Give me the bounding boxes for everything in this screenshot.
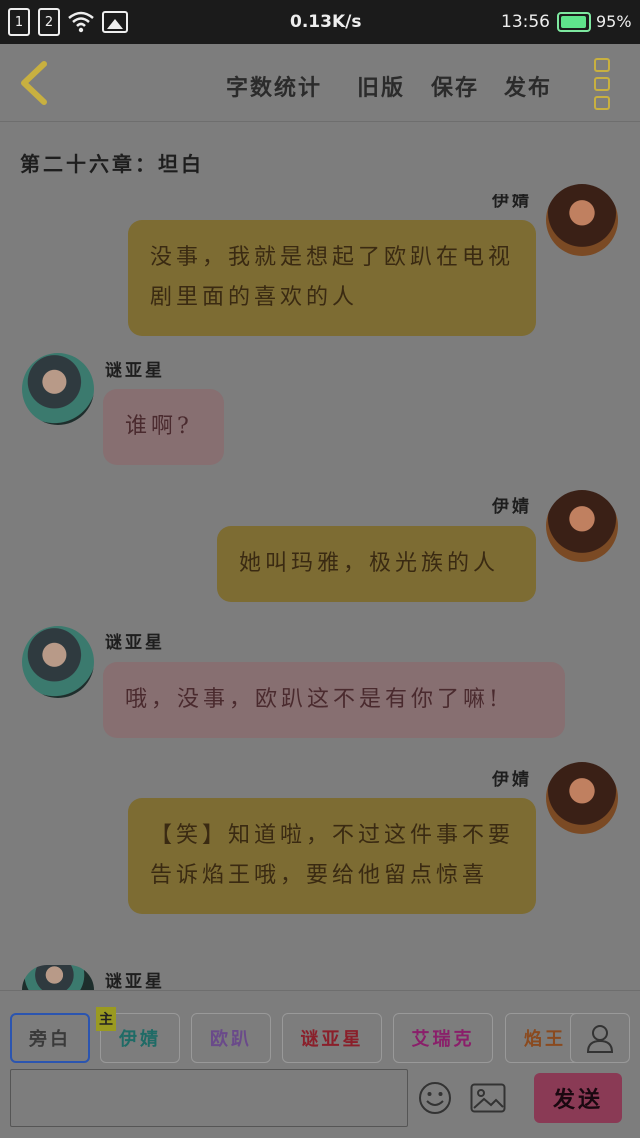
top-bar: 字数统计 旧版 保存 发布: [0, 44, 640, 122]
back-icon[interactable]: [16, 60, 52, 106]
avatar[interactable]: [546, 184, 618, 256]
role-label: 欧趴: [210, 1029, 252, 1050]
send-button[interactable]: 发送: [534, 1073, 622, 1123]
person-icon: [586, 1025, 614, 1053]
menu-dot: [594, 58, 610, 72]
host-badge: 主: [96, 1007, 116, 1031]
image-notification-icon: [102, 11, 128, 33]
character-manage-button[interactable]: [570, 1013, 630, 1063]
chapter-title[interactable]: 第二十六章：坦白: [20, 148, 204, 177]
net-speed: 0.13K/s: [290, 12, 362, 32]
battery-icon: [557, 12, 591, 32]
status-bar: 1 2 0.13K/s 13:56 95%: [0, 0, 640, 44]
menu-dot: [594, 77, 610, 91]
speaker-name: 谜亚星: [105, 972, 165, 992]
emoji-icon[interactable]: [418, 1081, 452, 1115]
message-bubble[interactable]: 她叫玛雅，极光族的人: [217, 526, 536, 602]
message-bubble[interactable]: 【笑】知道啦，不过这件事不要告诉焰王哦，要给他留点惊喜: [128, 798, 536, 914]
speaker-name: 谜亚星: [105, 361, 165, 381]
speaker-name: 谜亚星: [105, 633, 165, 653]
publish-button[interactable]: 发布: [504, 70, 552, 102]
role-label: 谜亚星: [300, 1029, 364, 1050]
role-button-miyaxing[interactable]: 谜亚星: [282, 1013, 382, 1063]
avatar[interactable]: [22, 353, 94, 425]
save-button[interactable]: 保存: [431, 70, 479, 102]
battery-percent: 95%: [596, 12, 632, 31]
role-label: 艾瑞克: [411, 1029, 475, 1050]
role-button-narrator[interactable]: 旁白: [10, 1013, 90, 1063]
clock: 13:56: [501, 12, 550, 32]
message-bubble[interactable]: 谁啊?: [103, 389, 224, 465]
image-icon[interactable]: [470, 1083, 506, 1113]
avatar[interactable]: [546, 490, 618, 562]
role-label: 旁白: [29, 1029, 71, 1050]
menu-dot: [594, 96, 610, 110]
role-button-oupa[interactable]: 欧趴: [191, 1013, 271, 1063]
wifi-icon: [68, 11, 94, 33]
word-count-button[interactable]: 字数统计: [226, 70, 322, 102]
role-label: 焰王: [524, 1029, 566, 1050]
sim1-icon: 1: [8, 8, 30, 36]
avatar[interactable]: [22, 626, 94, 698]
message-bubble[interactable]: 哦，没事，欧趴这不是有你了嘛!: [103, 662, 565, 738]
speaker-name: 伊婧: [492, 770, 532, 790]
old-version-button[interactable]: 旧版: [357, 70, 405, 102]
speaker-name: 伊婧: [492, 191, 532, 211]
role-button-airuike[interactable]: 艾瑞克: [393, 1013, 493, 1063]
battery-fill: [561, 16, 586, 28]
message-bubble[interactable]: 没事，我就是想起了欧趴在电视剧里面的喜欢的人: [128, 220, 536, 336]
composer-area: 旁白 伊婧 主 欧趴 谜亚星 艾瑞克 焰王 发送: [0, 990, 640, 1138]
more-menu-icon[interactable]: [594, 58, 614, 110]
role-label: 伊婧: [119, 1029, 161, 1050]
message-input[interactable]: [10, 1069, 408, 1127]
sim2-icon: 2: [38, 8, 60, 36]
avatar[interactable]: [22, 965, 94, 990]
avatar[interactable]: [546, 762, 618, 834]
speaker-name: 伊婧: [492, 497, 532, 517]
